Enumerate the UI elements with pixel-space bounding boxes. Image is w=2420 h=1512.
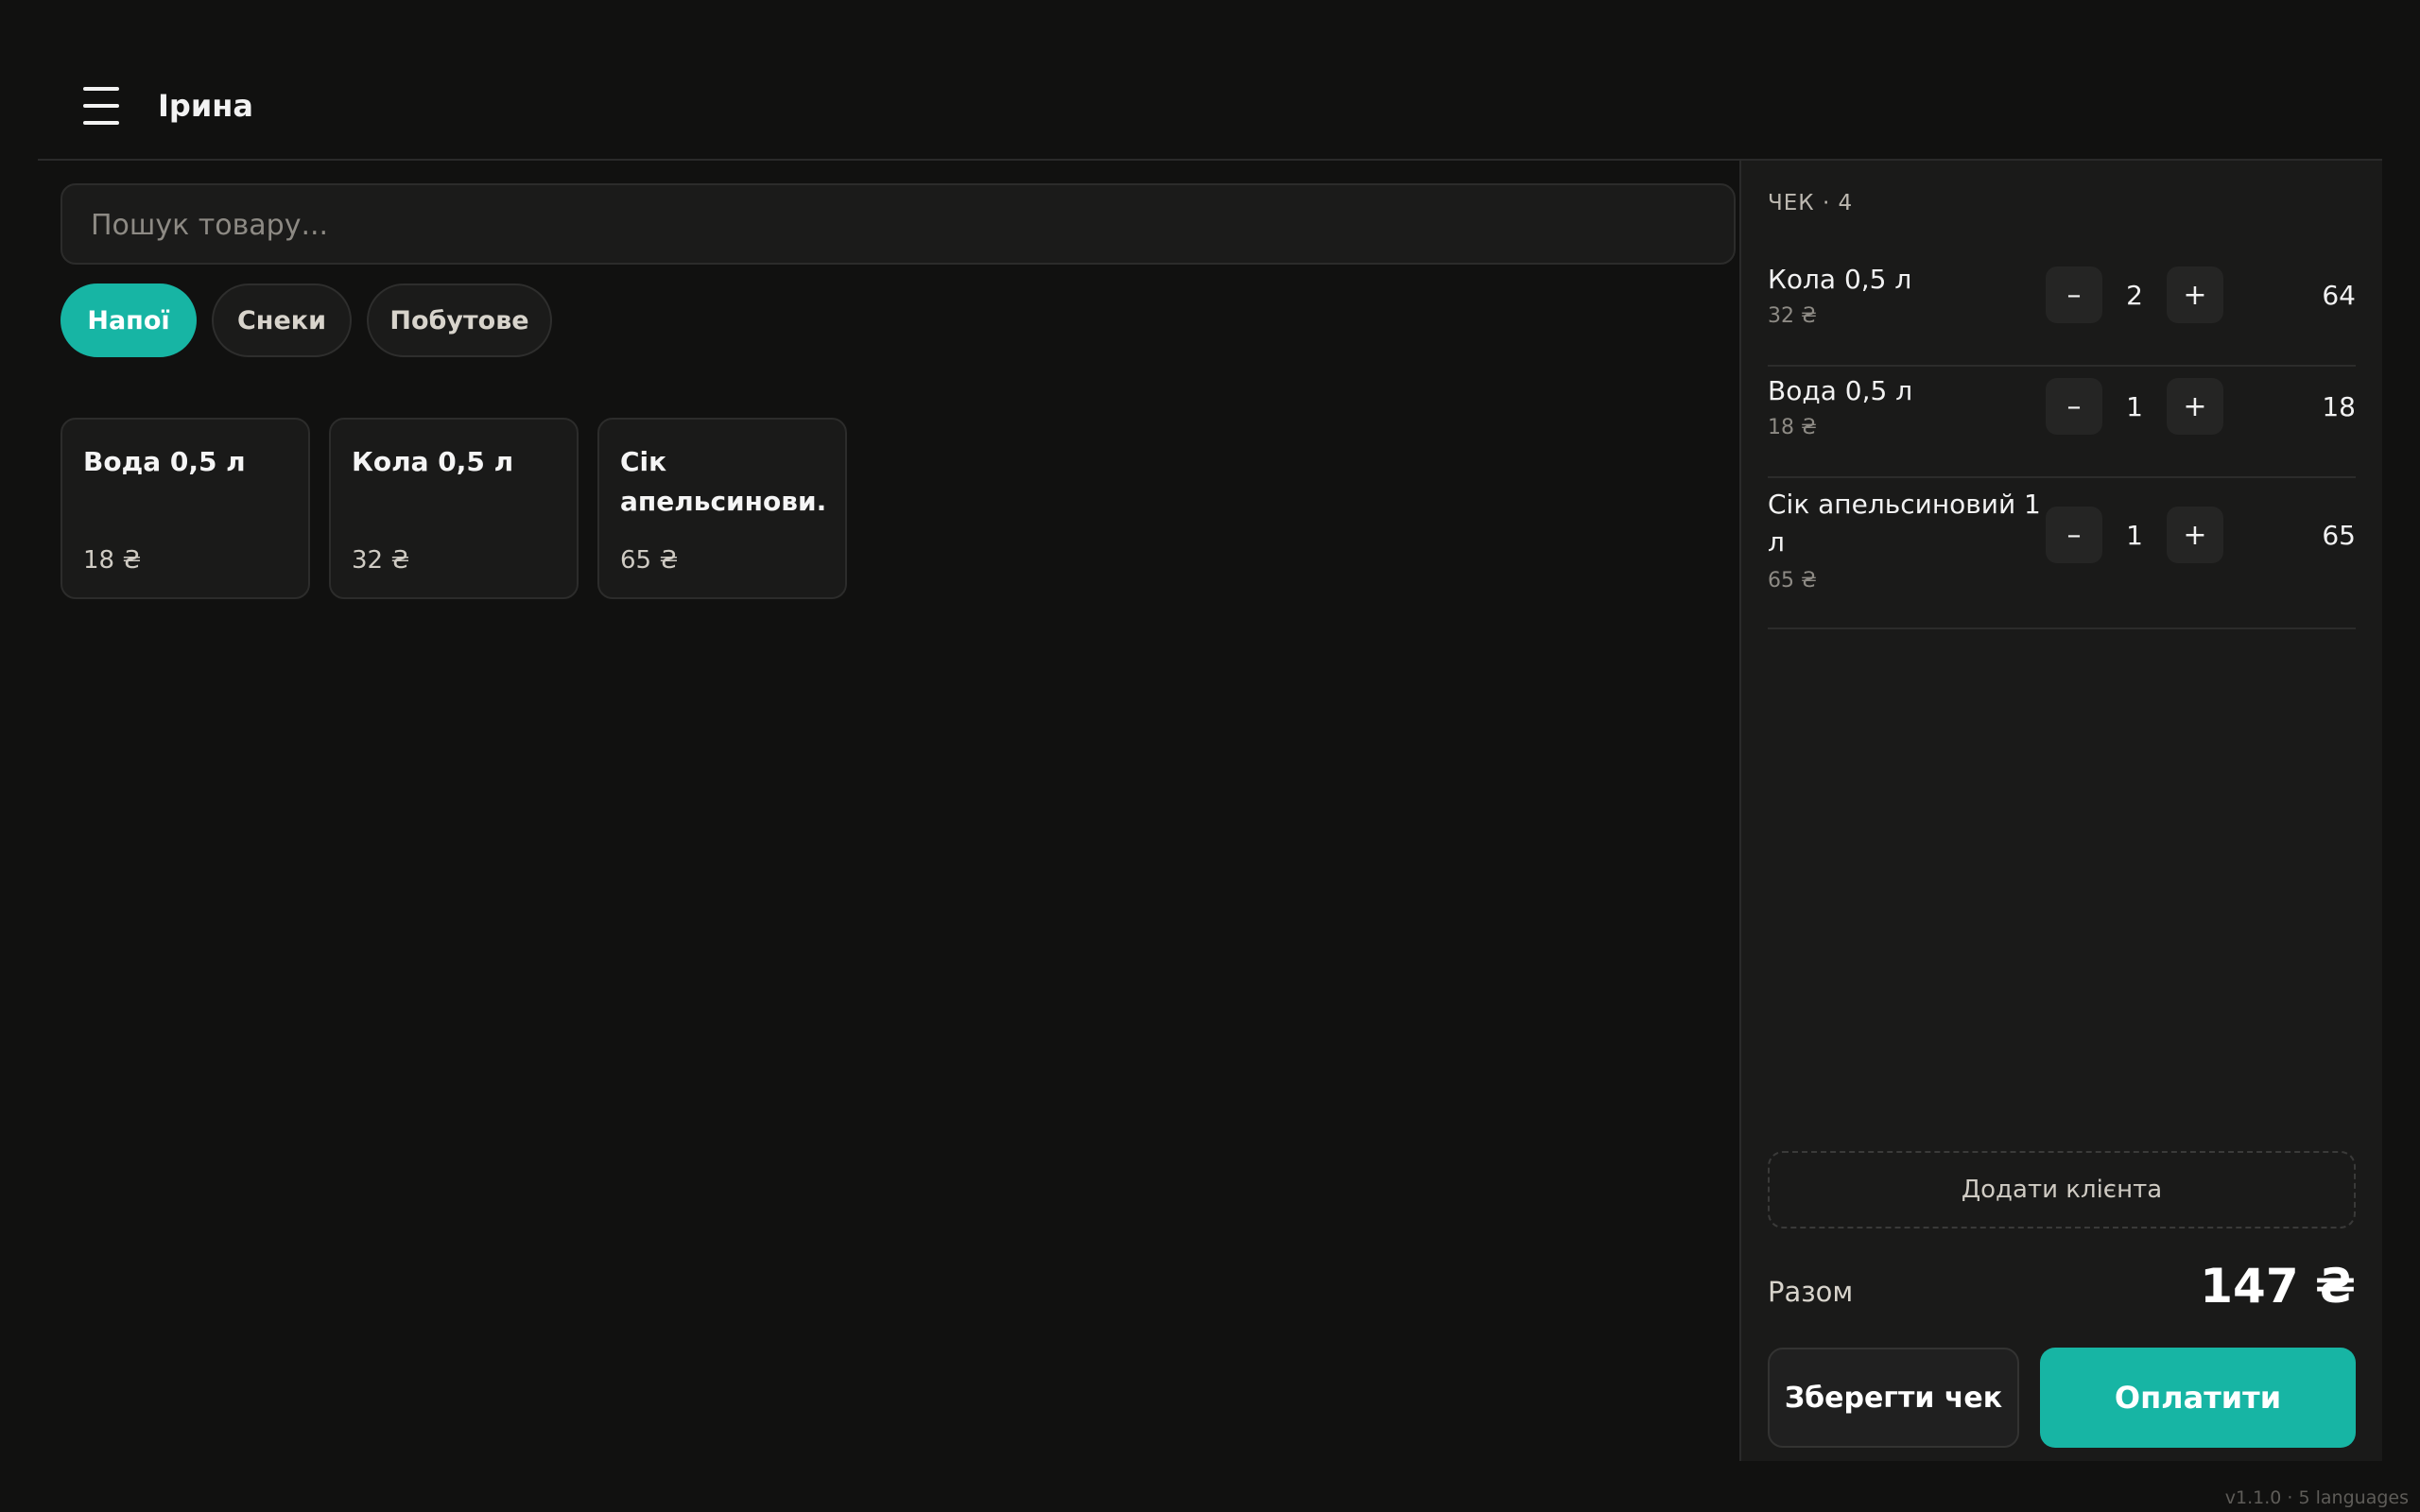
line-item-name: Сік апельсиновий 1 л <box>1768 489 2041 558</box>
receipt-panel: ЧЕК · 4 Кола 0,5 л 32 ₴ – 2 + 64 Вода 0,… <box>1739 161 2382 1461</box>
line-item-unit-price: 32 ₴ <box>1768 304 1818 328</box>
search-input[interactable] <box>89 185 1711 265</box>
increase-qty-button[interactable]: + <box>2167 378 2223 435</box>
line-item-qty: 1 <box>2126 520 2143 551</box>
decrease-qty-button[interactable]: – <box>2046 507 2102 563</box>
category-chip-household[interactable]: Побутове <box>367 284 552 357</box>
product-price: 65 ₴ <box>620 546 679 575</box>
add-client-button[interactable]: Додати клієнта <box>1768 1151 2356 1228</box>
category-chip-snacks[interactable]: Снеки <box>212 284 352 357</box>
line-item-name: Кола 0,5 л <box>1768 264 1912 295</box>
cashier-name: Ірина <box>158 88 253 124</box>
line-item-name: Вода 0,5 л <box>1768 375 1913 406</box>
increase-qty-button[interactable]: + <box>2167 507 2223 563</box>
pos-app: Ірина Напої Снеки Побутове Вода 0,5 л 18… <box>38 38 2382 1461</box>
menu-icon[interactable] <box>83 87 119 125</box>
version-label: v1.1.0 · 5 languages <box>2224 1487 2409 1508</box>
catalog-area: Напої Снеки Побутове Вода 0,5 л 18 ₴ Кол… <box>38 161 1739 1461</box>
search-box[interactable] <box>60 183 1736 265</box>
line-item-unit-price: 18 ₴ <box>1768 416 1818 439</box>
receipt-line: Вода 0,5 л 18 ₴ – 1 + 18 <box>1768 367 2356 478</box>
product-card[interactable]: Вода 0,5 л 18 ₴ <box>60 418 310 599</box>
product-name: Кола 0,5 л <box>352 446 514 477</box>
decrease-qty-button[interactable]: – <box>2046 378 2102 435</box>
product-name: Сік апельсинови... <box>620 446 828 517</box>
line-item-qty: 2 <box>2126 280 2143 311</box>
product-price: 32 ₴ <box>352 546 410 575</box>
increase-qty-button[interactable]: + <box>2167 266 2223 323</box>
pay-button[interactable]: Оплатити <box>2040 1348 2356 1448</box>
line-item-unit-price: 65 ₴ <box>1768 569 1818 593</box>
receipt-line: Сік апельсиновий 1 л 65 ₴ – 1 + 65 <box>1768 478 2356 629</box>
decrease-qty-button[interactable]: – <box>2046 266 2102 323</box>
line-item-total: 18 <box>2322 391 2356 422</box>
product-name: Вода 0,5 л <box>83 446 246 477</box>
top-bar: Ірина <box>38 38 2382 161</box>
total-label: Разом <box>1768 1276 1854 1308</box>
product-card[interactable]: Кола 0,5 л 32 ₴ <box>329 418 579 599</box>
product-card[interactable]: Сік апельсинови... 65 ₴ <box>597 418 847 599</box>
category-chip-drinks[interactable]: Напої <box>60 284 197 357</box>
line-item-total: 65 <box>2322 520 2356 551</box>
line-item-qty: 1 <box>2126 391 2143 422</box>
receipt-line: Кола 0,5 л 32 ₴ – 2 + 64 <box>1768 255 2356 367</box>
product-price: 18 ₴ <box>83 546 142 575</box>
receipt-title: ЧЕК · 4 <box>1768 191 1854 215</box>
line-item-total: 64 <box>2322 280 2356 311</box>
total-amount: 147 ₴ <box>2200 1259 2356 1314</box>
save-receipt-button[interactable]: Зберегти чек <box>1768 1348 2019 1448</box>
